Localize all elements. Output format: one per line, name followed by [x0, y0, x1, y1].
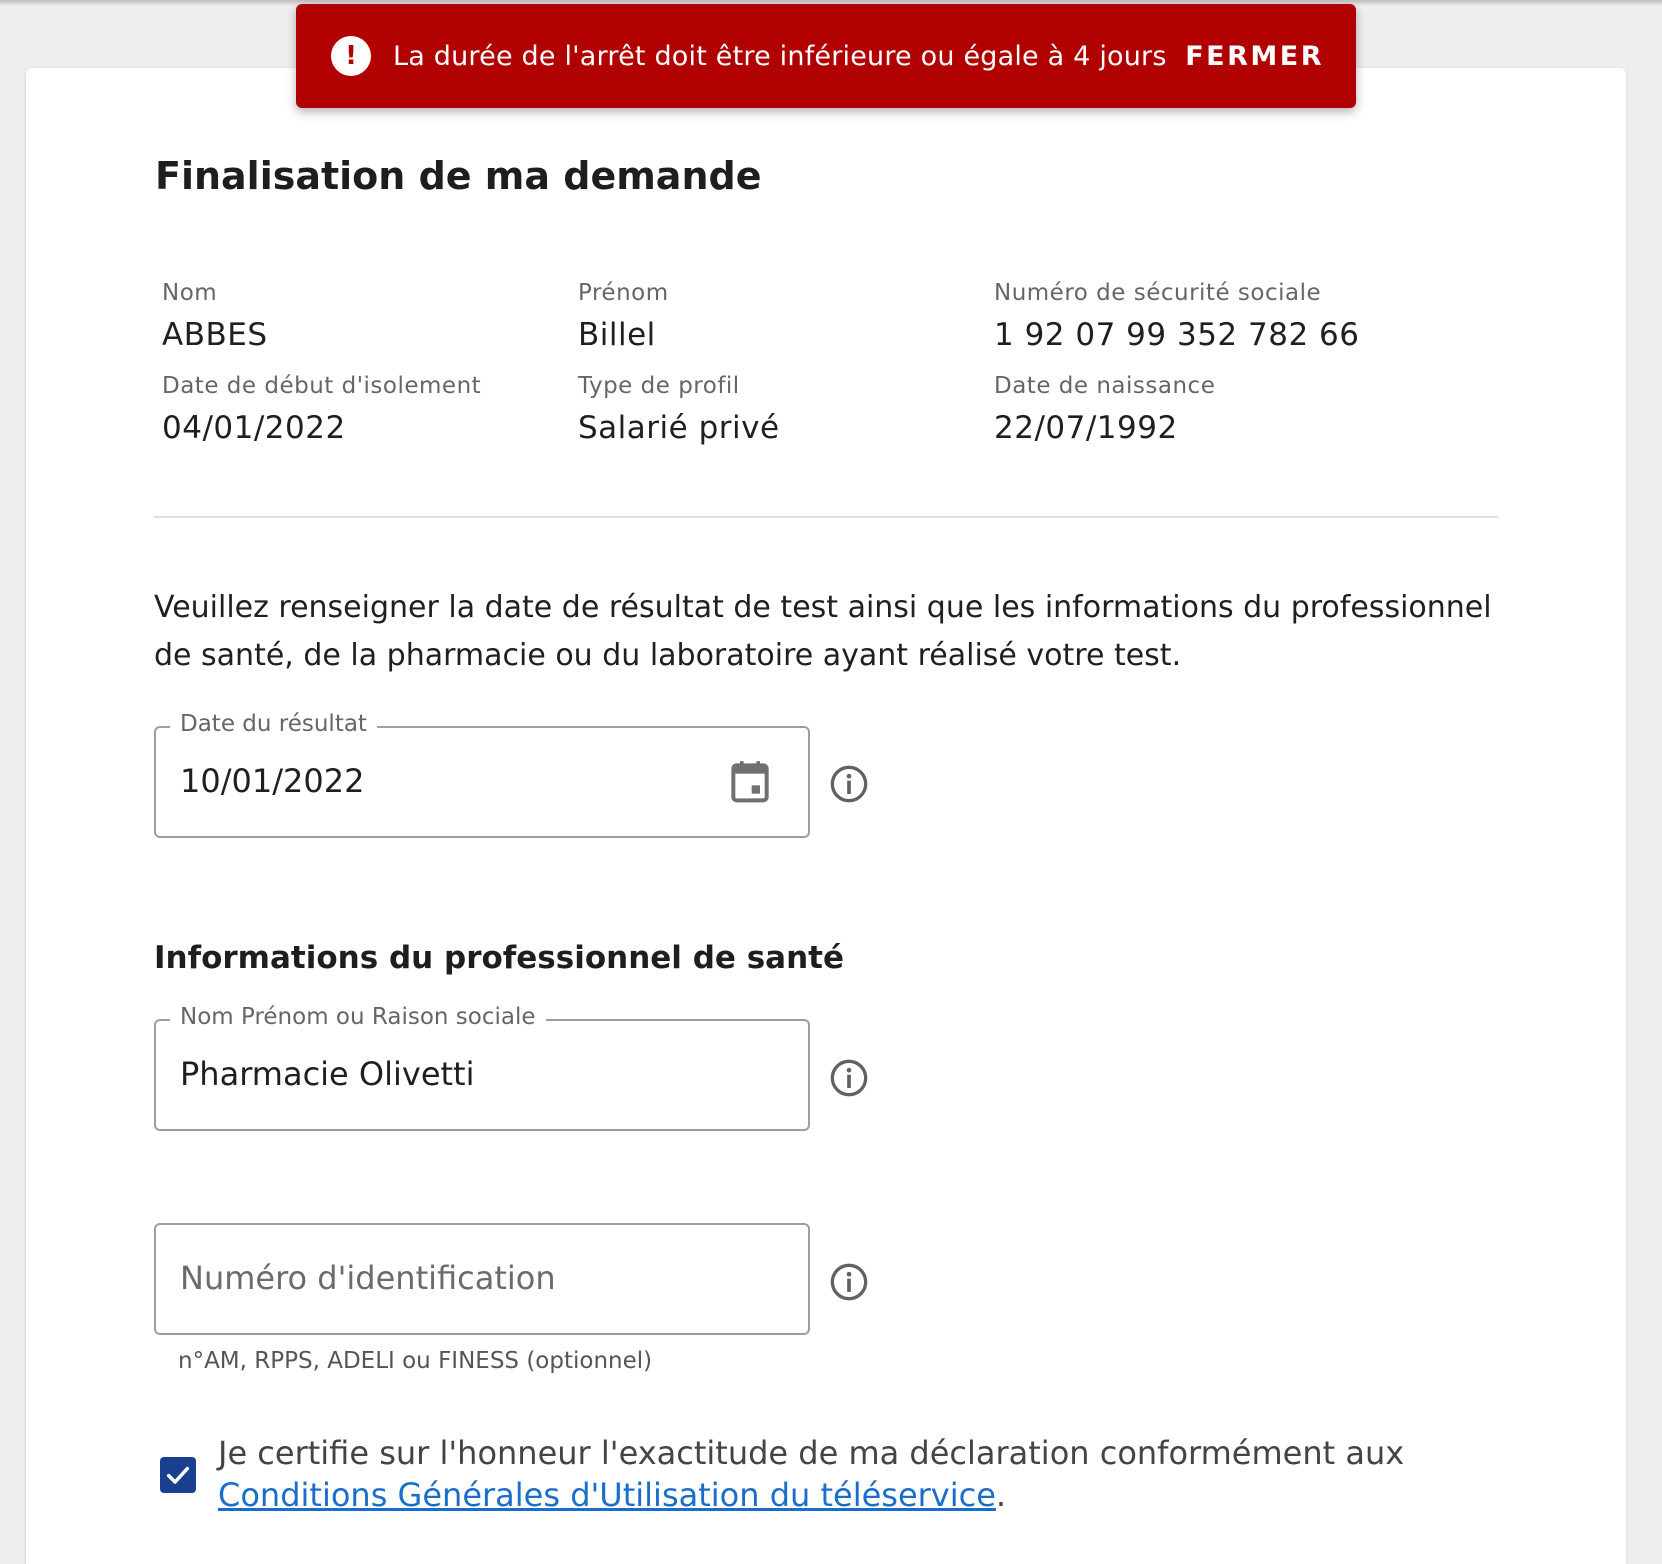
certification-checkbox[interactable]: [160, 1457, 196, 1493]
info-icon[interactable]: [829, 764, 869, 804]
info-value: ABBES: [162, 317, 268, 353]
check-icon: [166, 1466, 190, 1484]
info-prenom: Prénom Billel: [578, 280, 994, 353]
page-title: Finalisation de ma demande: [155, 154, 762, 198]
field-label: Date du résultat: [170, 711, 377, 737]
date-result-field[interactable]: Date du résultat 10/01/2022: [154, 711, 810, 838]
professional-name-field[interactable]: Nom Prénom ou Raison sociale Pharmacie O…: [154, 1004, 810, 1131]
info-value: Billel: [578, 317, 656, 353]
professional-name-input[interactable]: Pharmacie Olivetti: [180, 1055, 474, 1093]
field-label: Nom Prénom ou Raison sociale: [170, 1004, 546, 1030]
info-naissance: Date de naissance 22/07/1992: [994, 373, 1454, 446]
info-value: Salarié privé: [578, 410, 780, 446]
info-label: Type de profil: [578, 373, 740, 399]
certification-suffix: .: [995, 1476, 1007, 1514]
info-value: 1 92 07 99 352 782 66: [994, 317, 1360, 353]
certification-text: Je certifie sur l'honneur l'exactitude d…: [218, 1432, 1518, 1516]
error-message: La durée de l'arrêt doit être inférieure…: [393, 40, 1167, 72]
identification-helper-text: n°AM, RPPS, ADELI ou FINESS (optionnel): [178, 1348, 653, 1374]
info-profil: Type de profil Salarié privé: [578, 373, 994, 446]
certification-label: Je certifie sur l'honneur l'exactitude d…: [218, 1434, 1405, 1472]
identification-number-field[interactable]: Numéro d'identification: [154, 1223, 810, 1335]
info-value: 04/01/2022: [162, 410, 346, 446]
info-value: 22/07/1992: [994, 410, 1178, 446]
intro-text: Veuillez renseigner la date de résultat …: [154, 590, 1492, 673]
close-button[interactable]: FERMER: [1185, 33, 1324, 80]
info-nom: Nom ABBES: [162, 280, 578, 353]
info-label: Nom: [162, 280, 218, 306]
info-icon[interactable]: [829, 1262, 869, 1302]
info-label: Date de naissance: [994, 373, 1216, 399]
info-label: Prénom: [578, 280, 669, 306]
calendar-icon[interactable]: [730, 760, 770, 804]
personal-info-grid: Nom ABBES Prénom Billel Numéro de sécuri…: [162, 280, 1462, 446]
date-result-input[interactable]: 10/01/2022: [180, 762, 364, 800]
cgu-link[interactable]: Conditions Générales d'Utilisation du té…: [218, 1476, 996, 1514]
info-label: Numéro de sécurité sociale: [994, 280, 1322, 306]
exclamation-icon: !: [331, 36, 371, 76]
identification-number-placeholder[interactable]: Numéro d'identification: [180, 1259, 556, 1297]
info-date-debut: Date de début d'isolement 04/01/2022: [162, 373, 578, 446]
section-title: Informations du professionnel de santé: [154, 940, 844, 976]
info-label: Date de début d'isolement: [162, 373, 482, 399]
divider: [154, 516, 1498, 518]
info-nss: Numéro de sécurité sociale 1 92 07 99 35…: [994, 280, 1454, 353]
info-icon[interactable]: [829, 1058, 869, 1098]
error-snackbar: ! La durée de l'arrêt doit être inférieu…: [296, 4, 1356, 108]
